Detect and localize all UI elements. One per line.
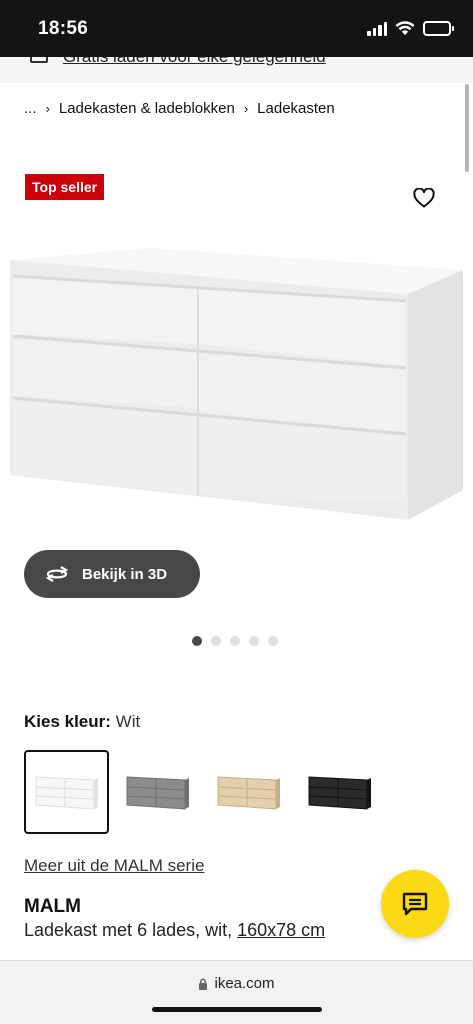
chat-icon xyxy=(402,892,428,916)
rotate-3d-icon xyxy=(45,566,69,582)
carousel-dot[interactable] xyxy=(211,636,221,646)
chevron-right-icon: › xyxy=(45,101,50,116)
view-in-3d-label: Bekijk in 3D xyxy=(82,565,168,583)
color-selector-label: Kies kleur: Wit xyxy=(24,712,140,732)
swatch-zwartbruin[interactable] xyxy=(297,750,382,834)
breadcrumb-ellipsis[interactable]: ... xyxy=(24,100,37,117)
top-seller-badge: Top seller xyxy=(25,174,105,200)
chat-button[interactable] xyxy=(381,870,449,938)
malm-series-link[interactable]: Meer uit de MALM serie xyxy=(24,856,204,876)
status-time: 18:56 xyxy=(38,18,89,39)
carousel-dot[interactable] xyxy=(230,636,240,646)
home-indicator[interactable] xyxy=(152,1007,322,1012)
swatch-wit[interactable] xyxy=(24,750,109,834)
dresser-illustration xyxy=(10,248,463,520)
top-banner: Gratis laden voor elke gelegenheid xyxy=(0,57,473,83)
breadcrumb: ... › Ladekasten & ladeblokken › Ladekas… xyxy=(24,100,335,117)
product-description-text: Ladekast met 6 lades, wit, xyxy=(24,920,238,940)
breadcrumb-ladekasten-ladeblokken[interactable]: Ladekasten & ladeblokken xyxy=(59,100,235,117)
cellular-signal-icon xyxy=(367,21,387,36)
battery-icon xyxy=(423,21,454,36)
product-dimensions-link[interactable]: 160x78 cm xyxy=(237,920,325,940)
dresser-thumbnail-black xyxy=(308,776,371,810)
dresser-thumbnail-grey xyxy=(126,776,189,810)
product-description: Ladekast met 6 lades, wit, 160x78 cm xyxy=(24,920,325,941)
color-selected-value: Wit xyxy=(115,712,141,731)
product-image[interactable] xyxy=(0,230,473,550)
heart-icon xyxy=(413,188,435,208)
dresser-thumbnail-oak xyxy=(217,776,280,810)
url-display: ikea.com xyxy=(0,975,473,992)
browser-url-bar[interactable]: ikea.com xyxy=(0,960,473,1024)
product-name: MALM xyxy=(24,896,81,917)
carousel-dot[interactable] xyxy=(249,636,259,646)
favorite-button[interactable] xyxy=(402,176,446,220)
image-carousel-dots xyxy=(192,636,278,646)
url-text: ikea.com xyxy=(214,975,275,992)
carousel-dot[interactable] xyxy=(268,636,278,646)
top-banner-link[interactable]: Gratis laden voor elke gelegenheid xyxy=(63,57,326,67)
scrollbar[interactable] xyxy=(465,84,469,172)
chevron-right-icon: › xyxy=(243,101,249,116)
swatch-grijs[interactable] xyxy=(115,750,200,834)
box-icon xyxy=(30,57,48,63)
status-icons xyxy=(367,21,454,36)
color-label-text: Kies kleur: xyxy=(24,712,111,731)
color-swatches xyxy=(24,750,382,834)
status-bar: 18:56 xyxy=(0,0,473,57)
lock-icon xyxy=(199,978,208,990)
swatch-eikeneffect[interactable] xyxy=(206,750,291,834)
wifi-icon xyxy=(395,21,415,35)
breadcrumb-ladekasten[interactable]: Ladekasten xyxy=(257,100,335,117)
dresser-thumbnail-white xyxy=(35,776,98,810)
view-in-3d-button[interactable]: Bekijk in 3D xyxy=(24,550,200,598)
carousel-dot[interactable] xyxy=(192,636,202,646)
